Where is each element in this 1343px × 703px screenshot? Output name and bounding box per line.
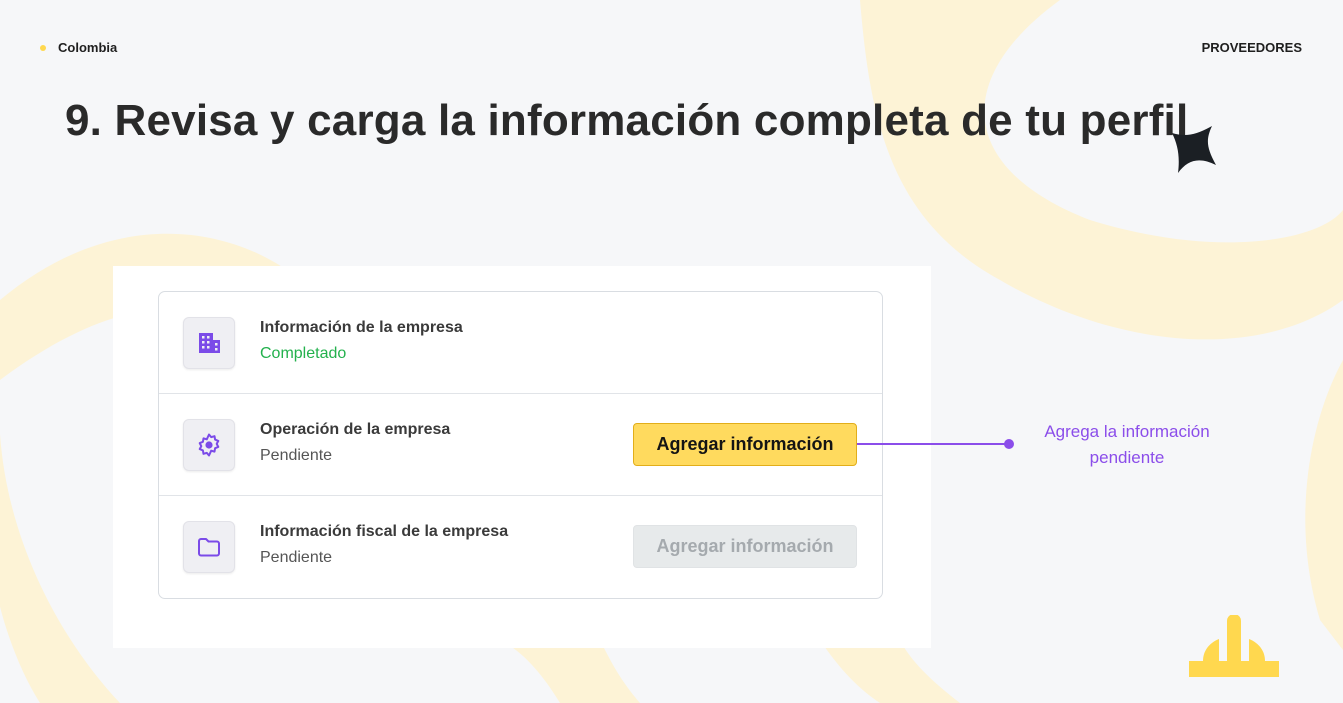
bullet-dot-icon <box>40 44 46 51</box>
gear-icon <box>183 419 235 471</box>
section-status: Pendiente <box>260 549 333 566</box>
building-icon <box>183 317 235 369</box>
section-title: Información fiscal de la empresa <box>260 523 509 540</box>
section-status: Completado <box>260 345 347 362</box>
region-text: Colombia <box>58 40 118 55</box>
add-operation-info-button[interactable]: Agregar información <box>633 423 857 466</box>
section-row-company-operation: Operación de la empresa Pendiente Agrega… <box>159 394 882 496</box>
folder-icon <box>183 521 235 573</box>
profile-sections-card: Información de la empresa Completado Ope… <box>158 291 883 599</box>
page-title: 9. Revisa y carga la información complet… <box>65 96 1189 145</box>
section-title: Información de la empresa <box>260 319 463 336</box>
add-fiscal-info-button: Agregar información <box>633 525 857 568</box>
screenshot-panel: Información de la empresa Completado Ope… <box>113 266 931 648</box>
brand-logo-icon <box>1189 615 1279 677</box>
section-row-company-info: Información de la empresa Completado <box>159 292 882 394</box>
callout-line-1: Agrega la información <box>1044 422 1210 441</box>
section-row-fiscal-info: Información fiscal de la empresa Pendien… <box>159 496 882 598</box>
region-label: Colombia <box>40 40 117 55</box>
sparkle-star-icon <box>1172 126 1216 173</box>
section-status: Pendiente <box>260 447 333 464</box>
callout-line-2: pendiente <box>1089 448 1165 467</box>
section-title: Operación de la empresa <box>260 421 451 438</box>
callout-annotation: Agrega la información pendiente <box>1013 419 1241 471</box>
section-label: PROVEEDORES <box>1201 40 1302 55</box>
callout-connector <box>857 439 1014 449</box>
